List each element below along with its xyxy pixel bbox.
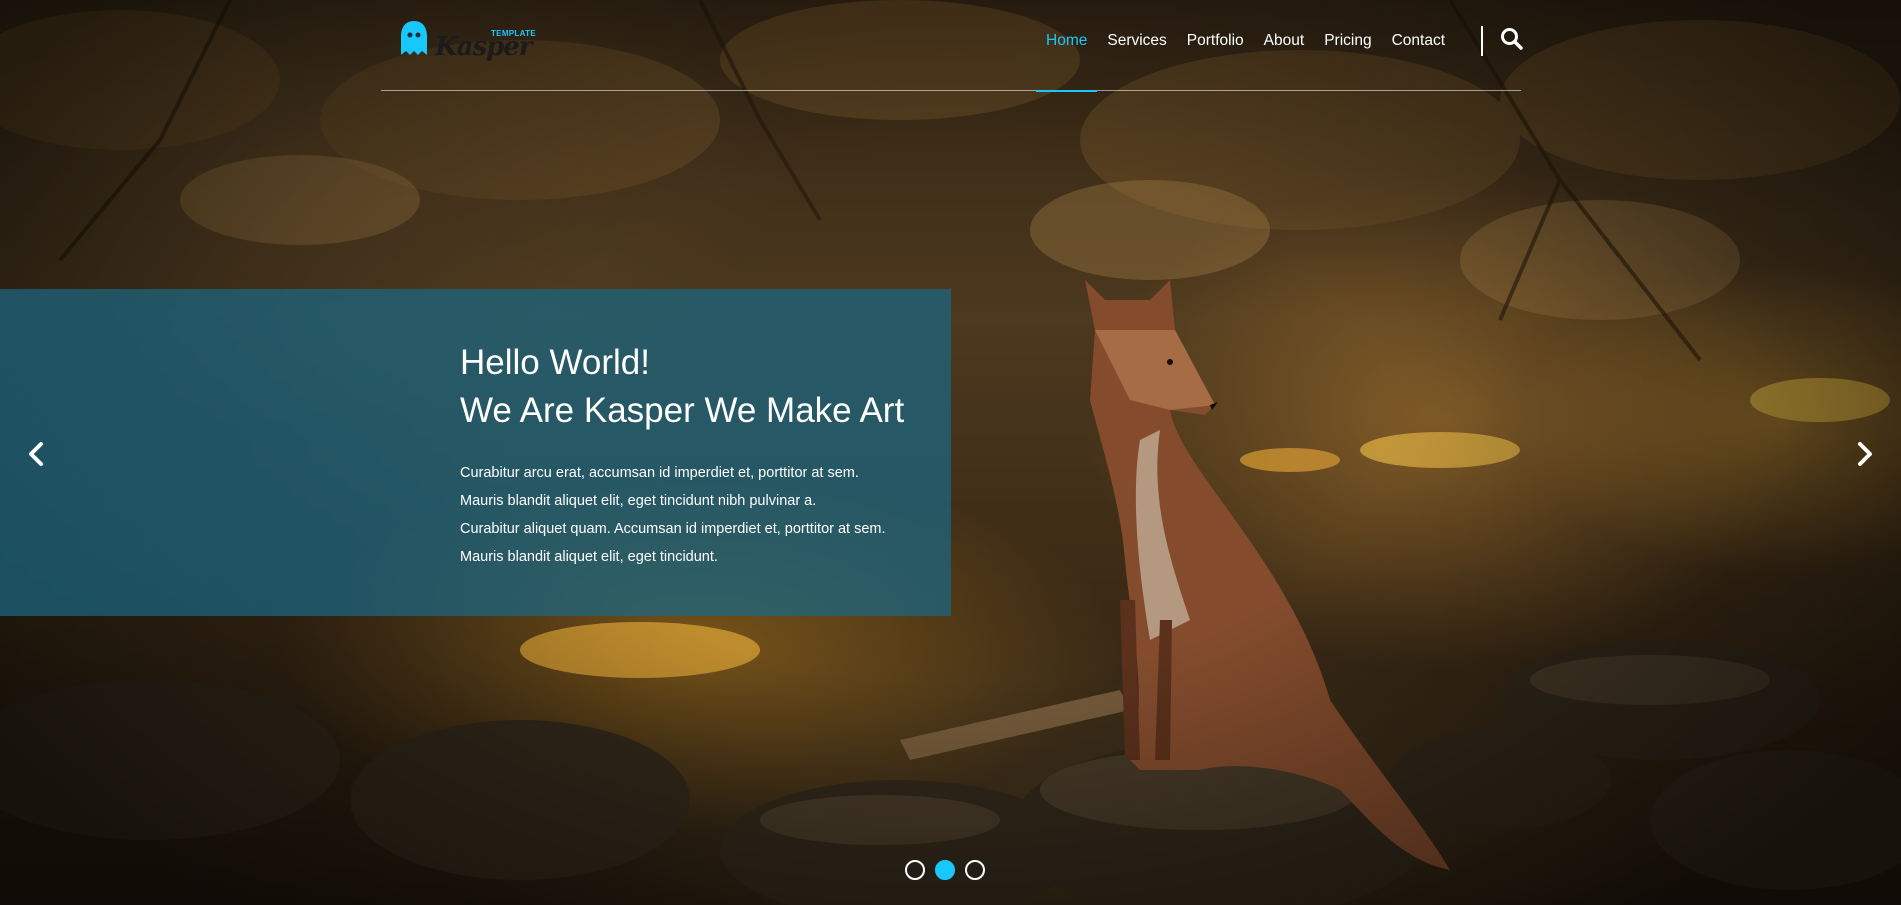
ghost-icon [401, 21, 427, 55]
nav-item-pricing[interactable]: Pricing [1314, 0, 1381, 91]
search-icon [1501, 28, 1523, 50]
nav-item-portfolio[interactable]: Portfolio [1177, 0, 1254, 91]
carousel-dot-1[interactable] [905, 860, 925, 880]
slide-content: Hello World! We Are Kasper We Make Art C… [460, 339, 930, 571]
carousel-dot-2[interactable] [935, 860, 955, 880]
site-header: Kasper TEMPLATE Home Services Portfolio … [381, 0, 1523, 92]
nav-divider [1481, 26, 1483, 56]
nav-item-about[interactable]: About [1254, 0, 1315, 91]
slide-text-line: Mauris blandit aliquet elit, eget tincid… [460, 493, 817, 509]
chevron-left-icon [29, 442, 43, 466]
nav-item-home[interactable]: Home [1036, 0, 1098, 92]
slide-text-line: Curabitur arcu erat, accumsan id imperdi… [460, 465, 859, 481]
slide-title-line-1: Hello World! [460, 343, 650, 382]
carousel-indicators [905, 860, 985, 880]
main-nav: Home Services Portfolio About Pricing Co… [1036, 0, 1455, 92]
slide-panel: Hello World! We Are Kasper We Make Art C… [0, 289, 951, 616]
carousel-next-button[interactable] [1852, 440, 1876, 468]
slide-text-line: Curabitur aliquet quam. Accumsan id impe… [460, 521, 886, 537]
nav-item-services[interactable]: Services [1097, 0, 1176, 91]
slide-title-line-2: We Are Kasper We Make Art [460, 391, 905, 430]
carousel-dot-3[interactable] [965, 860, 985, 880]
nav-item-contact[interactable]: Contact [1382, 0, 1455, 91]
chevron-right-icon [1858, 442, 1872, 466]
site-logo[interactable]: Kasper TEMPLATE [399, 20, 536, 62]
search-button[interactable] [1499, 26, 1525, 52]
logo-tagline: TEMPLATE [491, 29, 536, 38]
carousel-prev-button[interactable] [25, 440, 49, 468]
slide-title: Hello World! We Are Kasper We Make Art [460, 339, 930, 435]
slide-description: Curabitur arcu erat, accumsan id imperdi… [460, 459, 930, 571]
slide-text-line: Mauris blandit aliquet elit, eget tincid… [460, 549, 718, 565]
